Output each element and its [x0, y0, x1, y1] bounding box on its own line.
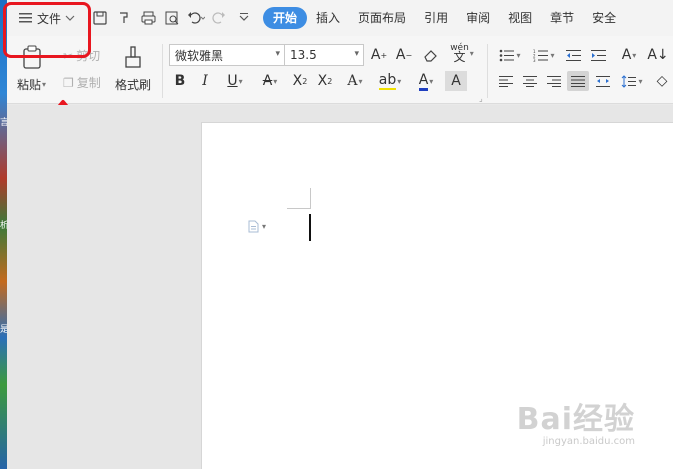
font-size-value: 13.5: [290, 48, 317, 62]
text-direction-icon[interactable]: A ▾: [614, 45, 644, 65]
undo-icon[interactable]: [185, 7, 207, 29]
annotation-highlight-box: [3, 2, 91, 58]
paste-label: 粘贴: [17, 78, 42, 92]
title-menu-bar: 文件 开始 插入 页面布局 引用 审阅 视图 章节 安全: [7, 0, 673, 36]
font-color-icon[interactable]: A ▾: [411, 71, 441, 91]
redo-icon[interactable]: [209, 7, 231, 29]
tab-references[interactable]: 引用: [415, 7, 457, 29]
text-cursor: [309, 214, 311, 241]
brush-icon: [120, 44, 146, 70]
watermark: Bai经验 jingyan.baidu.com: [517, 394, 635, 447]
paragraph-handle[interactable]: ▾: [248, 220, 266, 233]
font-name-value: 微软雅黑: [175, 48, 224, 63]
align-center-icon[interactable]: [519, 71, 541, 91]
shading-icon[interactable]: ◇: [651, 71, 673, 91]
divider: [162, 44, 163, 98]
strikethrough-icon[interactable]: A ▾: [255, 71, 285, 91]
tab-review[interactable]: 审阅: [457, 7, 499, 29]
tab-security[interactable]: 安全: [583, 7, 625, 29]
tab-insert[interactable]: 插入: [307, 7, 349, 29]
clear-format-icon[interactable]: [420, 45, 442, 65]
watermark-brand: Bai经验: [516, 402, 635, 437]
align-left-icon[interactable]: [495, 71, 517, 91]
svg-text:3: 3: [533, 58, 536, 62]
highlight-icon[interactable]: ab ▾: [375, 71, 405, 91]
chevron-down-icon: ▾: [42, 80, 47, 89]
decrease-indent-icon[interactable]: [563, 45, 585, 65]
chevron-down-icon: ▾: [469, 48, 474, 58]
desktop-strip: 言 析 是: [0, 0, 9, 469]
chevron-down-icon: ▾: [275, 49, 280, 59]
quick-access-toolbar: [89, 7, 255, 29]
tab-view[interactable]: 视图: [499, 7, 541, 29]
ribbon-toolbar: 粘贴 ▾ ✂ 剪切 ❐ 复制 格式刷 微软雅黑 ▾ 13.5 ▾ A + A − wé…: [7, 36, 673, 104]
shrink-font-icon[interactable]: A −: [393, 45, 415, 65]
text-effect-icon[interactable]: A ▾: [340, 71, 370, 91]
font-dialog-launcher-icon[interactable]: ⌟: [479, 94, 483, 103]
document-icon: [248, 220, 259, 233]
underline-icon[interactable]: U ▾: [220, 71, 250, 91]
format-painter-icon[interactable]: [113, 7, 135, 29]
align-right-icon[interactable]: [543, 71, 565, 91]
line-spacing-icon[interactable]: ▾: [617, 71, 647, 91]
sort-icon[interactable]: A↓: [647, 45, 669, 65]
superscript-icon[interactable]: X2: [289, 71, 311, 91]
tab-page-layout[interactable]: 页面布局: [349, 7, 415, 29]
increase-indent-icon[interactable]: [588, 45, 610, 65]
format-painter-label: 格式刷: [115, 78, 152, 92]
justify-icon[interactable]: [567, 71, 589, 91]
print-icon[interactable]: [137, 7, 159, 29]
font-size-select[interactable]: 13.5 ▾: [284, 44, 364, 66]
copy-label: 复制: [76, 76, 101, 90]
phonetic-guide-button[interactable]: wén 文 ▾: [447, 43, 477, 64]
copy-button[interactable]: ❐ 复制: [63, 74, 101, 91]
more-icon[interactable]: [233, 7, 255, 29]
divider: [487, 44, 488, 98]
distributed-align-icon[interactable]: [592, 71, 614, 91]
bold-icon[interactable]: B: [169, 71, 191, 91]
format-painter-button[interactable]: 格式刷: [115, 44, 151, 93]
subscript-icon[interactable]: X2: [314, 71, 336, 91]
chevron-down-icon: ▾: [354, 49, 359, 59]
numbered-list-icon[interactable]: 1 2 3 ▾: [529, 45, 559, 65]
grow-font-icon[interactable]: A +: [368, 45, 390, 65]
italic-icon[interactable]: I: [194, 71, 216, 91]
save-icon[interactable]: [89, 7, 111, 29]
font-name-select[interactable]: 微软雅黑 ▾: [169, 44, 285, 66]
char-shading-icon[interactable]: A: [445, 71, 467, 91]
chevron-down-icon: ▾: [262, 222, 267, 231]
copy-icon: ❐: [63, 75, 74, 90]
ribbon-tabs: 开始 插入 页面布局 引用 审阅 视图 章节 安全: [263, 7, 625, 29]
bullet-list-icon[interactable]: ▾: [495, 45, 525, 65]
print-preview-icon[interactable]: [161, 7, 183, 29]
phonetic-icon: 文: [453, 50, 466, 64]
tab-home[interactable]: 开始: [263, 7, 308, 29]
margin-corner-mark: [287, 188, 311, 209]
tab-chapter[interactable]: 章节: [541, 7, 583, 29]
